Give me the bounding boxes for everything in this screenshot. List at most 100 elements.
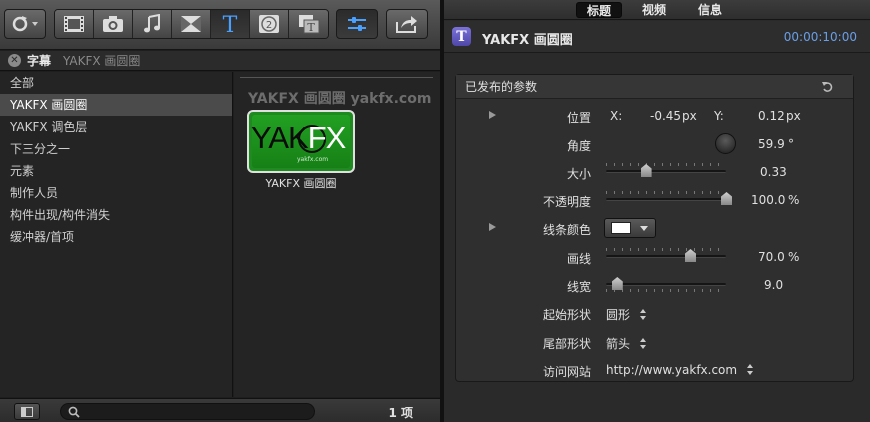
- transitions-button[interactable]: [172, 10, 211, 38]
- param-position: 位置 X: -0.45 px Y: 0.12 px: [456, 104, 855, 130]
- browser-type-group: T 2 T: [54, 9, 329, 39]
- filmstrip-icon: [64, 16, 84, 32]
- param-end-shape: 尾部形状 箭头: [456, 330, 855, 356]
- adjust-icon: [348, 17, 366, 31]
- photos-button[interactable]: [94, 10, 133, 38]
- generators-button[interactable]: 2: [250, 10, 289, 38]
- search-input[interactable]: [83, 405, 311, 418]
- size-value[interactable]: 0.33: [760, 165, 787, 179]
- camera-icon: [103, 16, 123, 32]
- music-button[interactable]: [133, 10, 172, 38]
- category-item-all[interactable]: 全部: [0, 72, 232, 94]
- website-popup[interactable]: http://www.yakfx.com: [606, 363, 754, 377]
- param-line-color: 线条颜色: [456, 216, 855, 242]
- slider-knob[interactable]: [611, 277, 623, 290]
- angle-dial[interactable]: [715, 133, 736, 154]
- search-field[interactable]: [60, 403, 315, 420]
- titles-button[interactable]: T: [211, 10, 250, 38]
- y-value[interactable]: 0.12: [758, 109, 785, 123]
- category-item-bumper-opener[interactable]: 缓冲器/首项: [0, 226, 232, 248]
- param-label: 位置: [566, 111, 591, 125]
- draw-value[interactable]: 70.0: [758, 250, 785, 264]
- updown-arrows-icon: [747, 364, 754, 376]
- param-size: 大小 0.33: [456, 160, 855, 186]
- thumbnail-logo: YAKFX: [251, 120, 346, 155]
- line-width-value[interactable]: 9.0: [764, 278, 783, 292]
- line-color-well[interactable]: [604, 218, 656, 238]
- x-unit: px: [682, 109, 697, 123]
- category-item-build-in-out[interactable]: 构件出现/构件消失: [0, 204, 232, 226]
- param-line-width: 线宽 9.0: [456, 273, 855, 299]
- slider-ticks: [606, 248, 726, 251]
- param-label: 线宽: [566, 280, 591, 294]
- rotate-dropdown-button[interactable]: [4, 9, 46, 39]
- titles-icon: T: [223, 13, 238, 35]
- inspector-toggle-button[interactable]: [336, 9, 378, 39]
- end-shape-popup[interactable]: 箭头: [606, 335, 647, 352]
- title-thumbnail[interactable]: YAKFX yakfx.com: [247, 110, 355, 173]
- rotate-icon: [12, 16, 38, 32]
- slider-track: [606, 255, 726, 258]
- category-item-yakfx-adjust[interactable]: YAKFX 调色层: [0, 116, 232, 138]
- generators-icon: 2: [259, 15, 279, 33]
- color-swatch: [611, 222, 631, 234]
- end-shape-value: 箭头: [606, 337, 631, 351]
- section-title: 已发布的参数: [465, 80, 538, 94]
- angle-unit: °: [788, 137, 794, 151]
- photos-video-button[interactable]: [55, 10, 94, 38]
- param-draw: 画线 70.0 %: [456, 245, 855, 271]
- disclosure-triangle-icon[interactable]: [489, 111, 496, 119]
- slider-ticks: [606, 191, 726, 194]
- svg-text:2: 2: [266, 20, 272, 31]
- x-value[interactable]: -0.45: [650, 109, 681, 123]
- category-item-elements[interactable]: 元素: [0, 160, 232, 182]
- opacity-value[interactable]: 100.0: [751, 193, 785, 207]
- website-value: http://www.yakfx.com: [606, 363, 738, 377]
- library-subtitle: YAKFX 画圆圈: [63, 54, 141, 68]
- start-shape-value: 圆形: [606, 308, 631, 322]
- inspector-title: YAKFX 画圆圈: [482, 33, 573, 48]
- share-icon: [396, 16, 417, 33]
- angle-value[interactable]: 59.9: [758, 137, 785, 151]
- inspector-header: T YAKFX 画圆圈 00:00:10:00: [444, 21, 870, 53]
- param-label: 画线: [566, 252, 591, 266]
- x-label: X:: [610, 109, 623, 123]
- param-label: 大小: [566, 167, 591, 181]
- slider-ticks: [606, 289, 726, 292]
- thumbnail-label: YAKFX 画圆圈: [265, 177, 337, 190]
- param-opacity: 不透明度 100.0 %: [456, 188, 855, 214]
- opacity-slider[interactable]: [606, 191, 732, 206]
- category-item-lower-thirds[interactable]: 下三分之一: [0, 138, 232, 160]
- slider-track: [606, 170, 726, 173]
- tab-title[interactable]: 标题: [576, 2, 623, 18]
- param-label: 尾部形状: [542, 337, 591, 351]
- themes-button[interactable]: T: [289, 10, 328, 38]
- draw-slider[interactable]: [606, 248, 726, 263]
- svg-text:T: T: [307, 21, 315, 34]
- param-label: 线条颜色: [542, 223, 591, 237]
- param-label: 不透明度: [542, 195, 591, 209]
- tab-info[interactable]: 信息: [688, 2, 732, 18]
- reset-icon[interactable]: [821, 81, 833, 93]
- category-item-yakfx-circle[interactable]: YAKFX 画圆圈: [0, 94, 232, 116]
- share-button[interactable]: [386, 9, 428, 39]
- thumbnail-url: yakfx.com: [297, 156, 329, 163]
- group-title: YAKFX 画圆圈 yakfx.com: [248, 91, 432, 107]
- size-slider[interactable]: [606, 163, 726, 178]
- param-angle: 角度 59.9 °: [456, 132, 855, 158]
- themes-icon: T: [298, 15, 319, 34]
- start-shape-popup[interactable]: 圆形: [606, 306, 647, 323]
- svg-text:T: T: [223, 13, 238, 35]
- close-icon[interactable]: ✕: [8, 54, 21, 67]
- duration-timecode: 00:00:10:00: [783, 30, 857, 44]
- param-label: 起始形状: [542, 308, 591, 322]
- title-browser: YAKFX 画圆圈 yakfx.com YAKFX yakfx.com YAKF…: [234, 72, 440, 397]
- disclosure-triangle-icon[interactable]: [489, 223, 496, 231]
- sidebar-toggle-button[interactable]: [14, 403, 40, 420]
- category-item-credits[interactable]: 制作人员: [0, 182, 232, 204]
- tab-video[interactable]: 视频: [632, 2, 676, 18]
- line-width-slider[interactable]: [606, 277, 726, 292]
- library-title: 字幕: [27, 54, 52, 68]
- param-start-shape: 起始形状 圆形: [456, 301, 855, 327]
- y-label: Y:: [714, 109, 724, 123]
